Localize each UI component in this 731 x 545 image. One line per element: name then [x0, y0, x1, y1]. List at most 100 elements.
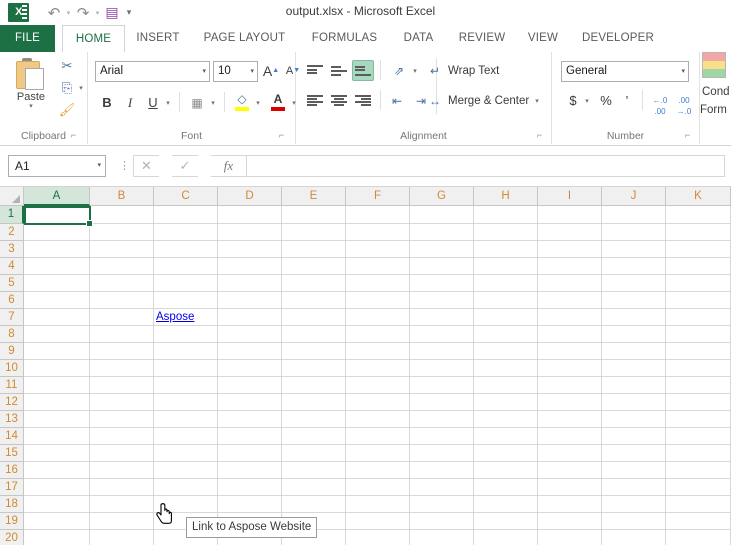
cell-I18[interactable] [538, 496, 602, 513]
insert-function-icon[interactable]: fx [211, 155, 247, 177]
cell-E1[interactable] [282, 206, 346, 224]
conditional-formatting-icon[interactable] [702, 52, 726, 78]
confirm-entry-icon[interactable]: ✓ [172, 155, 198, 177]
formula-input[interactable] [247, 155, 725, 177]
cell-I15[interactable] [538, 445, 602, 462]
cell-C12[interactable] [154, 394, 218, 411]
column-header-a[interactable]: A [24, 187, 90, 206]
select-all-corner[interactable] [0, 187, 24, 206]
cell-I9[interactable] [538, 343, 602, 360]
cell-B8[interactable] [90, 326, 154, 343]
cell-K15[interactable] [666, 445, 731, 462]
cell-K6[interactable] [666, 292, 731, 309]
cell-F3[interactable] [346, 241, 410, 258]
decrease-decimal-icon[interactable]: .00 →.0 [672, 90, 696, 116]
cell-G6[interactable] [410, 292, 474, 309]
cell-B17[interactable] [90, 479, 154, 496]
cell-J2[interactable] [602, 224, 666, 241]
cell-I3[interactable] [538, 241, 602, 258]
cell-A7[interactable] [24, 309, 90, 326]
cell-J6[interactable] [602, 292, 666, 309]
cell-B18[interactable] [90, 496, 154, 513]
cell-I2[interactable] [538, 224, 602, 241]
cell-D6[interactable] [218, 292, 282, 309]
cell-C10[interactable] [154, 360, 218, 377]
cell-E6[interactable] [282, 292, 346, 309]
column-header-j[interactable]: J [602, 187, 666, 206]
cell-G20[interactable] [410, 530, 474, 545]
cell-F13[interactable] [346, 411, 410, 428]
cell-A8[interactable] [24, 326, 90, 343]
cell-H7[interactable] [474, 309, 538, 326]
row-header-14[interactable]: 14 [0, 428, 24, 445]
cell-C9[interactable] [154, 343, 218, 360]
cell-A2[interactable] [24, 224, 90, 241]
cell-F16[interactable] [346, 462, 410, 479]
row-header-10[interactable]: 10 [0, 360, 24, 377]
tab-formulas[interactable]: FORMULAS [300, 25, 389, 52]
number-format-chevron-down-icon[interactable]: ▾ [681, 62, 685, 81]
cell-F19[interactable] [346, 513, 410, 530]
cell-J3[interactable] [602, 241, 666, 258]
cell-G11[interactable] [410, 377, 474, 394]
font-color-icon[interactable]: A [267, 92, 289, 113]
cell-J15[interactable] [602, 445, 666, 462]
number-dialog-launcher[interactable]: ⌐ [682, 130, 693, 141]
currency-dropdown-icon[interactable]: ▾ [582, 91, 592, 111]
cell-H3[interactable] [474, 241, 538, 258]
cell-F12[interactable] [346, 394, 410, 411]
column-header-c[interactable]: C [154, 187, 218, 206]
font-name-combo[interactable]: Arial ▾ [95, 61, 210, 82]
cell-F1[interactable] [346, 206, 410, 224]
cell-I12[interactable] [538, 394, 602, 411]
name-box[interactable]: A1 ▾ [8, 155, 106, 177]
increase-decimal-icon[interactable]: ←.0.00 [648, 90, 672, 116]
cell-K20[interactable] [666, 530, 731, 545]
cell-J10[interactable] [602, 360, 666, 377]
column-header-k[interactable]: K [666, 187, 731, 206]
cell-K2[interactable] [666, 224, 731, 241]
cell-A11[interactable] [24, 377, 90, 394]
cell-H10[interactable] [474, 360, 538, 377]
cell-I13[interactable] [538, 411, 602, 428]
cell-B6[interactable] [90, 292, 154, 309]
cell-F7[interactable] [346, 309, 410, 326]
cell-A19[interactable] [24, 513, 90, 530]
cell-H19[interactable] [474, 513, 538, 530]
cell-H15[interactable] [474, 445, 538, 462]
column-header-i[interactable]: I [538, 187, 602, 206]
cell-F20[interactable] [346, 530, 410, 545]
cell-H13[interactable] [474, 411, 538, 428]
cell-J9[interactable] [602, 343, 666, 360]
cell-A17[interactable] [24, 479, 90, 496]
column-header-b[interactable]: B [90, 187, 154, 206]
cell-C1[interactable] [154, 206, 218, 224]
cell-D18[interactable] [218, 496, 282, 513]
row-header-17[interactable]: 17 [0, 479, 24, 496]
cell-B9[interactable] [90, 343, 154, 360]
cell-G5[interactable] [410, 275, 474, 292]
cell-E3[interactable] [282, 241, 346, 258]
cell-A13[interactable] [24, 411, 90, 428]
column-header-g[interactable]: G [410, 187, 474, 206]
copy-dropdown-icon[interactable]: ▾ [76, 78, 86, 98]
cell-C2[interactable] [154, 224, 218, 241]
cell-G16[interactable] [410, 462, 474, 479]
tab-review[interactable]: REVIEW [448, 25, 516, 52]
cell-F18[interactable] [346, 496, 410, 513]
cell-A10[interactable] [24, 360, 90, 377]
align-right-icon[interactable] [352, 90, 374, 111]
cell-J4[interactable] [602, 258, 666, 275]
cell-J13[interactable] [602, 411, 666, 428]
cell-D4[interactable] [218, 258, 282, 275]
cell-B3[interactable] [90, 241, 154, 258]
cell-I17[interactable] [538, 479, 602, 496]
alignment-dialog-launcher[interactable]: ⌐ [534, 130, 545, 141]
middle-align-icon[interactable] [328, 60, 350, 81]
tab-file[interactable]: FILE [0, 25, 55, 52]
percent-icon[interactable]: % [596, 90, 616, 111]
cell-K18[interactable] [666, 496, 731, 513]
cell-D16[interactable] [218, 462, 282, 479]
cell-E5[interactable] [282, 275, 346, 292]
cell-E15[interactable] [282, 445, 346, 462]
